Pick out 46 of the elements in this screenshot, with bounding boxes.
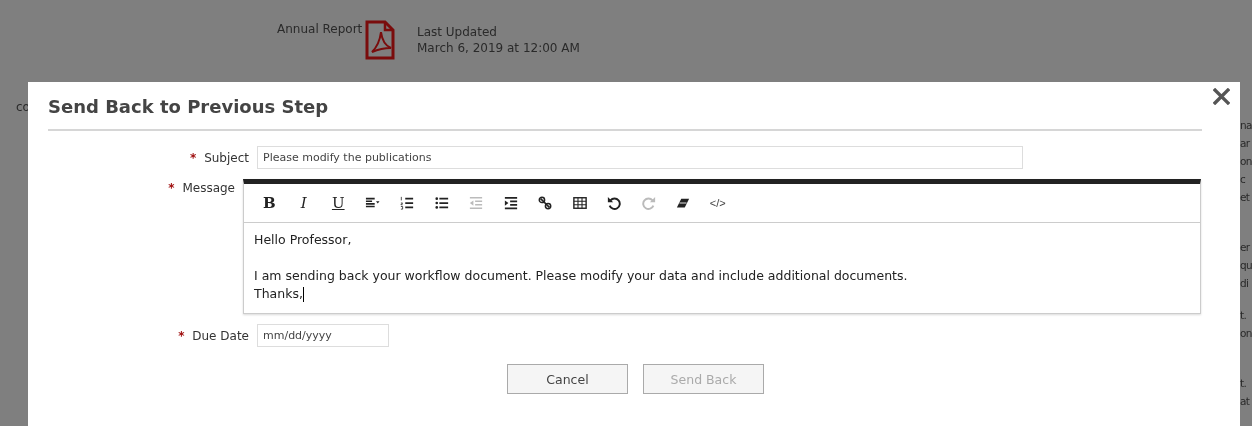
link-icon xyxy=(538,196,553,210)
message-text-area[interactable]: Hello Professor, I am sending back your workflow document. Please modify your data and include additional documents. Thanks, xyxy=(244,223,1200,313)
message-line: Hello Professor, xyxy=(254,231,352,249)
message-line: I am sending back your workflow document. Please modify your data and include additional documents. xyxy=(254,267,908,285)
background-text: t. xyxy=(1240,376,1248,391)
text-cursor xyxy=(302,286,304,302)
pdf-file-icon xyxy=(364,20,396,60)
required-mark: * xyxy=(190,150,197,165)
subject-field[interactable]: Please modify the publications xyxy=(257,146,1023,169)
redo-icon xyxy=(641,196,656,210)
field-label: Due Date xyxy=(192,328,249,343)
background-text: c xyxy=(1240,172,1247,187)
table-icon xyxy=(572,196,587,210)
background-text: at xyxy=(1240,394,1251,409)
underline-button[interactable]: U xyxy=(321,191,356,215)
outdent-icon xyxy=(469,196,484,210)
message-line: Thanks, xyxy=(254,285,303,303)
required-mark: * xyxy=(178,328,185,343)
dialog-button[interactable]: Cancel xyxy=(507,364,628,394)
close-icon[interactable] xyxy=(1213,88,1230,105)
eraser-icon xyxy=(676,196,691,210)
document-label: Annual Report xyxy=(277,22,363,36)
bullet-list-icon xyxy=(434,196,449,210)
ordered-list-icon xyxy=(400,196,415,210)
undo-icon xyxy=(607,196,622,210)
align-icon xyxy=(365,196,381,210)
updated-date: March 6, 2019 at 12:00 AM xyxy=(417,40,580,56)
dialog-title: Send Back to Previous Step xyxy=(48,96,329,117)
updated-label: Last Updated xyxy=(417,24,498,40)
background-text: on xyxy=(1240,326,1252,341)
background-text: ar xyxy=(1240,136,1251,151)
bold-button[interactable]: B xyxy=(252,191,287,215)
background-text: qu xyxy=(1240,258,1252,273)
background-text: t. xyxy=(1240,308,1248,323)
background-text: on xyxy=(1240,154,1252,169)
field-label: Subject xyxy=(204,150,249,165)
background-text: di xyxy=(1240,276,1250,291)
italic-button[interactable]: I xyxy=(286,191,321,215)
background-text: na xyxy=(1240,118,1252,133)
background-text: et xyxy=(1240,190,1251,205)
due-date-field[interactable]: mm/dd/yyyy xyxy=(257,324,389,347)
required-mark: * xyxy=(168,181,175,195)
field-label: Message xyxy=(182,181,235,195)
indent-icon xyxy=(503,196,518,210)
code-button[interactable]: </> xyxy=(700,191,735,215)
background-text: er xyxy=(1240,240,1251,255)
